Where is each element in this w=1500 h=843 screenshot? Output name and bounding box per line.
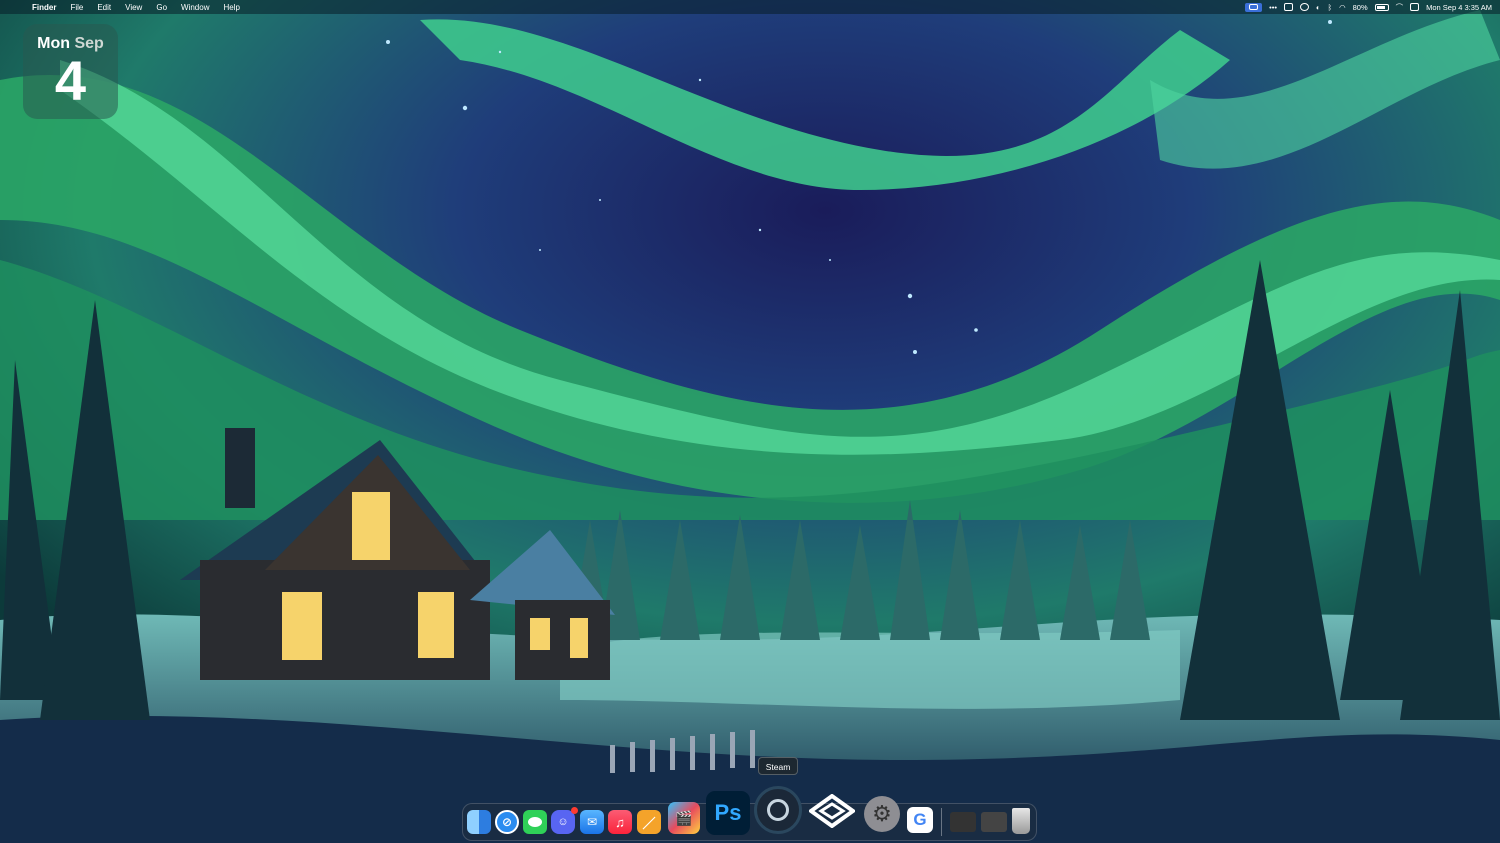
menu-clock[interactable]: Mon Sep 4 3:35 AM [1426, 3, 1492, 12]
photoshop-label: Ps [714, 800, 742, 825]
control-center-icon[interactable] [1410, 3, 1420, 11]
dock-tooltip: Steam [758, 757, 798, 775]
wifi-icon[interactable]: ◠ [1339, 3, 1346, 12]
dock-downloads-stack-icon[interactable] [950, 812, 976, 832]
dock-perplexity-icon[interactable] [808, 791, 856, 831]
menu-app-name[interactable]: Finder [32, 3, 56, 12]
dock-trash-icon[interactable] [1012, 808, 1030, 834]
menu-window[interactable]: Window [181, 3, 209, 12]
dock-discord-icon[interactable]: ☺ [551, 810, 575, 834]
dock-photoshop-icon[interactable]: Ps [706, 791, 750, 835]
menu-file[interactable]: File [70, 3, 83, 12]
desktop-wallpaper [0, 0, 1500, 843]
dock-claquette-icon[interactable]: 🎬 [668, 802, 700, 834]
dock-pages-icon[interactable]: ／ [637, 810, 661, 834]
menu-bar-left: Finder File Edit View Go Window Help [8, 3, 240, 12]
dock-music-icon[interactable]: ♫ [608, 810, 632, 834]
discord-notification-badge [571, 807, 578, 814]
dock-screenshot-stack-icon[interactable] [981, 812, 1007, 832]
google-label: G [913, 810, 927, 829]
dock-google-icon[interactable]: G [907, 807, 933, 833]
calendar-widget[interactable]: Mon Sep 4 [23, 24, 118, 119]
menu-view[interactable]: View [125, 3, 142, 12]
menu-bar: Finder File Edit View Go Window Help •••… [0, 0, 1500, 14]
battery-percent: 80% [1352, 2, 1368, 12]
dock-mail-icon[interactable]: ✉ [580, 810, 604, 834]
dock-system-settings-icon[interactable]: ⚙ [864, 796, 900, 832]
clipboard-icon[interactable] [1284, 3, 1294, 11]
calendar-day-number: 4 [54, 49, 87, 112]
battery-icon[interactable] [1374, 3, 1389, 11]
bluetooth-icon[interactable]: ᛒ [1328, 3, 1333, 12]
screen-mirroring-icon[interactable] [1245, 2, 1263, 12]
dock-steam-icon[interactable] [754, 786, 802, 834]
dock-safari-icon[interactable]: ⊘ [495, 810, 519, 834]
dock-finder-icon[interactable] [467, 810, 491, 834]
dock-messages-icon[interactable] [523, 810, 547, 834]
sound-icon[interactable]: ◐ [1316, 3, 1321, 12]
menu-go[interactable]: Go [156, 3, 167, 12]
dock-separator [941, 808, 942, 836]
menu-edit[interactable]: Edit [97, 3, 111, 12]
more-icon[interactable]: ••• [1269, 3, 1277, 12]
menu-bar-status: ••• ◐ ᛒ ◠ 80% ⌒ Mon Sep 4 3:35 AM [1245, 2, 1492, 13]
vpn-icon[interactable]: ⌒ [1396, 2, 1404, 13]
menu-help[interactable]: Help [223, 3, 239, 12]
screenshot-icon[interactable] [1300, 3, 1310, 11]
